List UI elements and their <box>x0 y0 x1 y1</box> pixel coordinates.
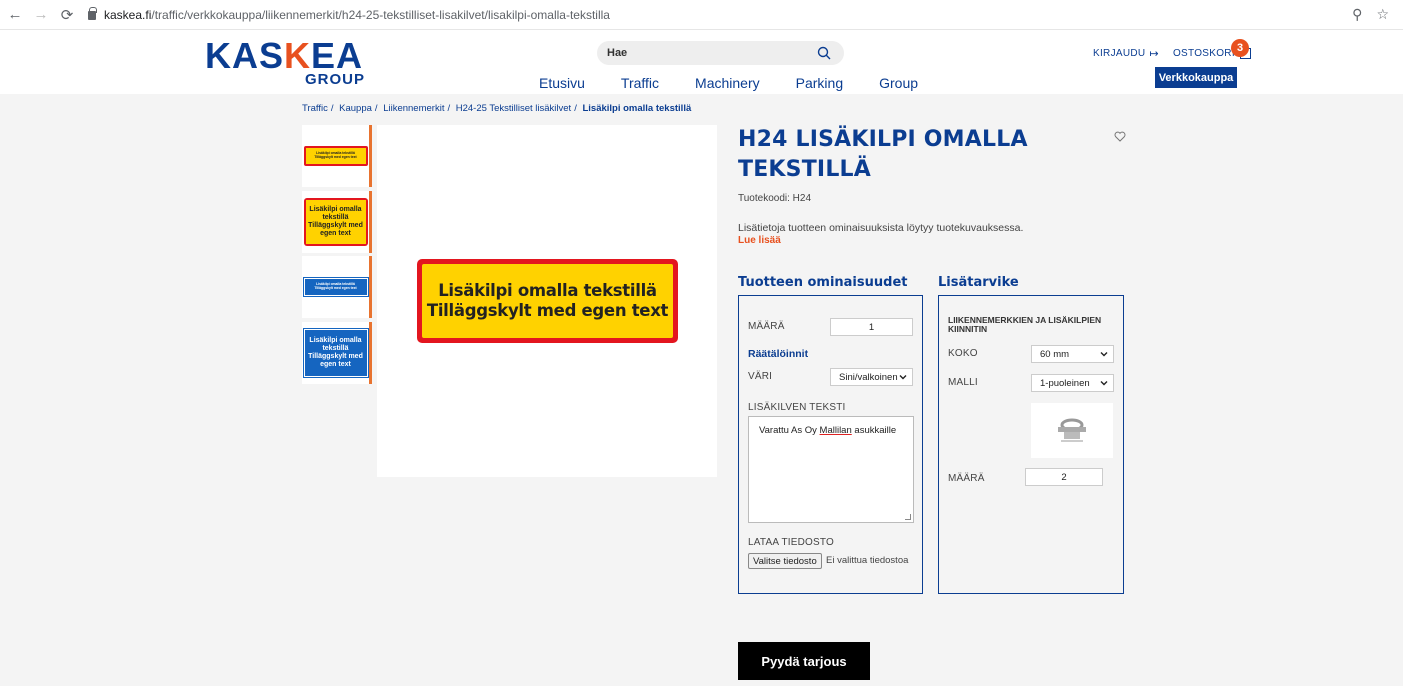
accessory-image[interactable] <box>1031 403 1113 458</box>
thumbnail-sign: Lisäkilpi omalla tekstillä Tilläggskylt m… <box>303 198 368 246</box>
breadcrumb-item[interactable]: H24-25 Tekstilliset lisäkilvet <box>456 103 571 114</box>
product-code: Tuotekoodi: H24 <box>738 193 812 204</box>
size-select-value: 60 mm <box>1040 348 1070 360</box>
thumbnail-text: Lisäkilpi omalla tekstillä <box>309 336 362 352</box>
nav-group[interactable]: Group <box>879 75 918 91</box>
kaskea-logo[interactable]: KASKEA GROUP <box>205 35 367 89</box>
product-title-line: H24 LISÄKILPI OMALLA <box>738 127 1028 152</box>
accessory-title: Lisätarvike <box>938 275 1019 290</box>
back-icon[interactable]: ← <box>4 4 26 26</box>
thumbnail-sign: Lisäkilpi omalla tekstillä Tilläggskylt m… <box>303 146 368 166</box>
properties-panel: MÄÄRÄ 1 Räätälöinnit VÄRI Sini/valkoinen… <box>738 295 923 594</box>
product-sign: Lisäkilpi omalla tekstillä Tilläggskylt … <box>417 259 678 343</box>
size-select[interactable]: 60 mm <box>1031 345 1114 363</box>
logo-text-k: K <box>284 35 312 76</box>
thumbnail-sign: Lisäkilpi omalla tekstillä Tilläggskylt m… <box>302 328 369 378</box>
color-select-value: Sini/valkoinen <box>839 371 898 383</box>
login-link[interactable]: KIRJAUDU <box>1093 48 1145 59</box>
browser-toolbar: ← → ⟳ kaskea.fi /traffic/verkkokauppa/li… <box>0 0 1403 30</box>
model-select[interactable]: 1-puoleinen <box>1031 374 1114 392</box>
upload-label: LATAA TIEDOSTO <box>748 537 834 548</box>
logo-text-a: KAS <box>205 35 285 76</box>
textarea-text-spellcheck: Mallilan <box>819 425 852 436</box>
model-select-value: 1-puoleinen <box>1040 377 1090 389</box>
url-host: kaskea.fi <box>104 7 152 22</box>
read-more-link[interactable]: Lue lisää <box>738 235 781 246</box>
accessory-panel: LIIKENNEMERKKIEN JA LISÄKILPIEN KIINNITI… <box>938 295 1124 594</box>
sign-text-textarea[interactable]: Varattu As Oy Mallilan asukkaille <box>748 416 914 523</box>
nav-parking[interactable]: Parking <box>796 75 843 91</box>
breadcrumb-item[interactable]: Traffic <box>302 103 328 114</box>
thumbnail-sign: Lisäkilpi omalla tekstillä Tilläggskylt m… <box>302 277 369 297</box>
bookmark-star-icon[interactable]: ☆ <box>1376 6 1389 23</box>
sign-line-1: Lisäkilpi omalla tekstillä <box>438 281 657 301</box>
color-select[interactable]: Sini/valkoinen <box>830 368 913 386</box>
clamp-icon <box>1058 418 1086 442</box>
site-header: KASKEA GROUP Hae Etusivu Traffic Machine… <box>0 30 1403 94</box>
model-label: MALLI <box>948 377 978 388</box>
quantity-input[interactable]: 1 <box>830 318 913 336</box>
main-nav: Etusivu Traffic Machinery Parking Group <box>539 75 954 91</box>
webshop-button[interactable]: Verkkokauppa <box>1155 67 1237 88</box>
chevron-down-icon <box>1100 381 1108 386</box>
accessory-quantity-label: MÄÄRÄ <box>948 473 985 484</box>
product-page: Traffic / Kauppa / Liikennemerkit / H24-25 … <box>0 94 1403 686</box>
search-input[interactable]: Hae <box>597 41 844 65</box>
thumbnail-3[interactable]: Lisäkilpi omalla tekstillä Tilläggskylt m… <box>302 256 372 318</box>
accessory-heading: LIIKENNEMERKKIEN JA LISÄKILPIEN KIINNITI… <box>948 315 1102 334</box>
thumbnail-text: Tilläggskylt med egen text <box>314 286 357 290</box>
chevron-down-icon <box>899 375 907 380</box>
breadcrumb-item[interactable]: Liikennemerkit <box>383 103 444 114</box>
thumbnail-text: Tilläggskylt med egen text <box>308 353 363 369</box>
search-placeholder: Hae <box>607 47 628 59</box>
sign-text-label: LISÄKILVEN TEKSTI <box>748 402 846 413</box>
size-label: KOKO <box>948 348 978 359</box>
request-quote-button[interactable]: Pyydä tarjous <box>738 642 870 680</box>
file-status: Ei valittua tiedostoa <box>826 555 909 566</box>
logo-sub: GROUP <box>304 71 365 88</box>
reload-icon[interactable]: ⟳ <box>56 4 78 26</box>
textarea-text: Varattu As Oy <box>759 425 820 436</box>
cart-count-badge: 3 <box>1231 39 1249 57</box>
color-label: VÄRI <box>748 371 773 382</box>
login-icon[interactable]: ↦ <box>1149 47 1159 60</box>
accessory-quantity-input[interactable]: 2 <box>1025 468 1103 486</box>
address-bar[interactable]: kaskea.fi /traffic/verkkokauppa/liikenne… <box>88 7 610 22</box>
chevron-down-icon <box>1100 352 1108 357</box>
customizations-heading: Räätälöinnit <box>748 348 809 360</box>
breadcrumb-item[interactable]: Kauppa <box>339 103 372 114</box>
sign-line-2: Tilläggskylt med egen text <box>426 301 669 320</box>
resize-handle[interactable] <box>905 514 911 520</box>
nav-traffic[interactable]: Traffic <box>621 75 659 91</box>
breadcrumb-current: Lisäkilpi omalla tekstillä <box>582 103 692 114</box>
lock-icon <box>88 7 97 20</box>
heart-icon[interactable] <box>1114 131 1126 142</box>
zoom-icon[interactable]: ⚲ <box>1352 6 1362 23</box>
main-product-image[interactable]: Lisäkilpi omalla tekstillä Tilläggskylt … <box>377 125 717 477</box>
thumbnail-1[interactable]: Lisäkilpi omalla tekstillä Tilläggskylt m… <box>302 125 372 187</box>
thumbnail-text: Tilläggskylt med egen text <box>314 155 357 159</box>
textarea-text: asukkaille <box>851 425 897 436</box>
quantity-label: MÄÄRÄ <box>748 321 785 332</box>
logo-text-b: EA <box>311 35 364 76</box>
thumbnail-4[interactable]: Lisäkilpi omalla tekstillä Tilläggskylt m… <box>302 322 372 384</box>
search-icon[interactable] <box>816 45 832 61</box>
nav-etusivu[interactable]: Etusivu <box>539 75 585 91</box>
forward-icon[interactable]: → <box>30 4 52 26</box>
thumbnail-text: Tilläggskylt med egen text <box>308 222 363 238</box>
product-info-text: Lisätietoja tuotteen ominaisuuksista löy… <box>738 222 1024 234</box>
thumbnail-2[interactable]: Lisäkilpi omalla tekstillä Tilläggskylt m… <box>302 191 372 253</box>
url-path: /traffic/verkkokauppa/liikennemerkit/h24… <box>151 7 610 22</box>
thumbnail-text: Lisäkilpi omalla tekstillä <box>309 205 362 221</box>
breadcrumb: Traffic / Kauppa / Liikennemerkit / H24-25 … <box>302 103 692 114</box>
cart-link[interactable]: OSTOSKORI <box>1173 48 1235 59</box>
product-title-line: TEKSTILLÄ <box>738 157 871 182</box>
account-links: KIRJAUDU ↦ OSTOSKORI <box>1093 47 1251 60</box>
nav-machinery[interactable]: Machinery <box>695 75 760 91</box>
product-title: H24 LISÄKILPI OMALLA TEKSTILLÄ <box>738 125 1098 185</box>
properties-title: Tuotteen ominaisuudet <box>738 275 908 290</box>
choose-file-button[interactable]: Valitse tiedosto <box>748 553 822 569</box>
